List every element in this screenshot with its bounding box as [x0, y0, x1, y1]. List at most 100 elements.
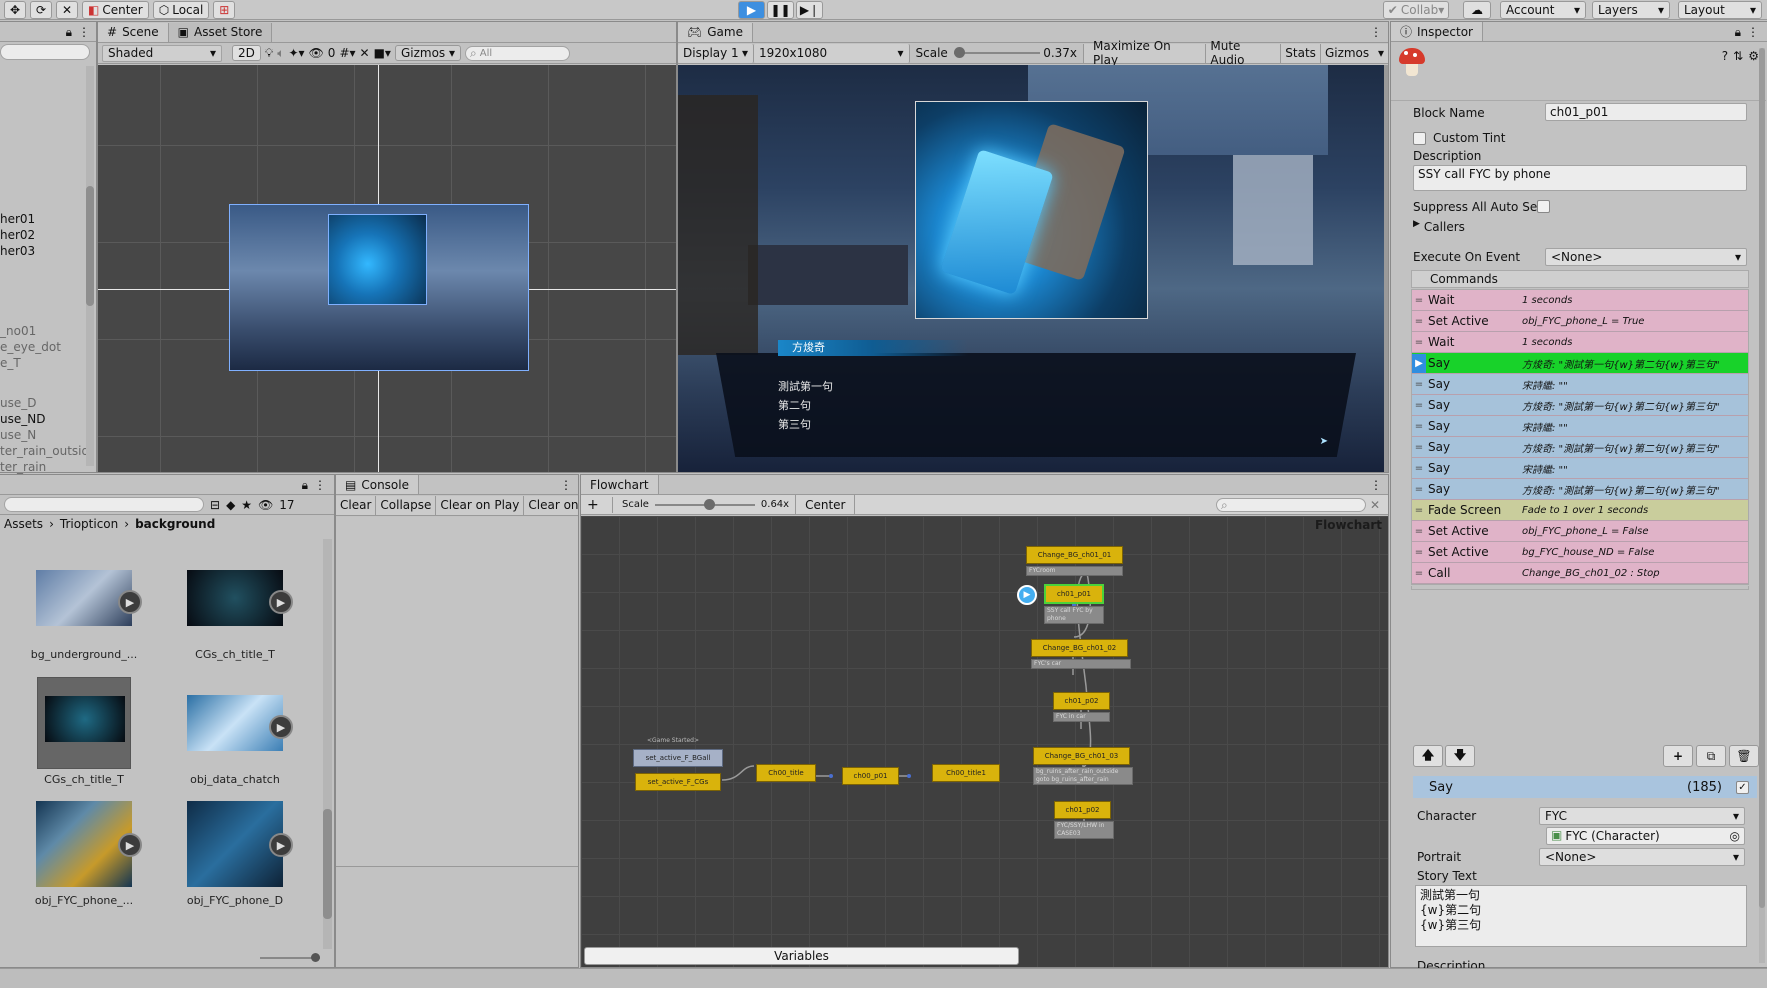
hierarchy-item[interactable]: e_eye_dot — [0, 339, 86, 355]
tab-game[interactable]: 🎮︎ Game — [678, 22, 753, 42]
hierarchy-item[interactable]: _no01 — [0, 323, 86, 339]
console-clear-button[interactable]: Clear — [336, 495, 377, 515]
command-row-selected[interactable]: ▶ Say 方焌奇: "測試第一句{w}第二句{w}第三句" — [1412, 353, 1748, 374]
lock-icon[interactable]: 🔒︎ — [302, 479, 308, 491]
command-row[interactable]: = Say 方焌奇: "測試第一句{w}第二句{w}第三句" — [1412, 437, 1748, 458]
move-down-button[interactable]: 🡇 — [1445, 745, 1475, 767]
command-row[interactable]: = Say 宋詩繼: "" — [1412, 374, 1748, 395]
asset-item[interactable]: ▶ obj_FYC_phone_... — [29, 801, 142, 907]
play-icon[interactable]: ▶ — [269, 590, 293, 614]
snap-button[interactable]: ⊞ — [213, 0, 236, 19]
drag-handle-icon[interactable]: = — [1412, 568, 1426, 579]
command-row[interactable]: = Say 宋詩繼: "" — [1412, 458, 1748, 479]
grid-toggle-icon[interactable]: #▾ — [339, 47, 355, 59]
flow-search-input[interactable]: ⌕ — [1216, 497, 1366, 512]
console-collapse-button[interactable]: Collapse — [376, 495, 437, 515]
game-scale-slider[interactable] — [953, 47, 1040, 59]
hierarchy-item[interactable]: her01 — [0, 211, 86, 227]
command-row[interactable]: = Say 方焌奇: "測試第一句{w}第二句{w}第三句" — [1412, 395, 1748, 416]
flow-node[interactable]: Change_BG_ch01_01 — [1026, 546, 1123, 564]
move-up-button[interactable]: 🡅 — [1413, 745, 1443, 767]
layout-dropdown[interactable]: Layout ▾ — [1678, 0, 1762, 19]
maximize-on-play-toggle[interactable]: Maximize On Play — [1083, 39, 1207, 67]
command-row[interactable]: = Fade Screen Fade to 1 over 1 seconds — [1412, 500, 1748, 521]
favorite-icon[interactable]: ★ — [241, 499, 252, 511]
tab-console[interactable]: ▤ Console — [336, 475, 419, 494]
drag-handle-icon[interactable]: = — [1412, 337, 1426, 348]
gear-icon[interactable]: ⚙ — [1748, 50, 1759, 62]
drag-handle-icon[interactable]: = — [1412, 463, 1426, 474]
say-header[interactable]: Say (185) ✓ — [1413, 776, 1757, 798]
console-log-area[interactable] — [336, 517, 578, 867]
audio-icon[interactable]: 🔈︎ — [277, 47, 284, 59]
console-clear-on-play-button[interactable]: Clear on Play — [436, 495, 525, 515]
drag-handle-icon[interactable]: = — [1412, 505, 1426, 516]
hierarchy-item[interactable]: ter_rain_outsid — [0, 443, 89, 459]
visibility-icon[interactable]: 👁︎ — [309, 47, 324, 59]
dialog-box[interactable]: 測試第一句 第二句 第三句 ➤ — [716, 353, 1356, 457]
scene-viewport[interactable] — [98, 65, 676, 472]
thumbnail-size-slider[interactable] — [260, 953, 320, 962]
label-icon[interactable]: ◆ — [226, 499, 235, 511]
hierarchy-item[interactable]: her03 — [0, 243, 86, 259]
hierarchy-item[interactable]: ter_rain — [0, 459, 86, 475]
breadcrumb-triopticon[interactable]: Triopticon — [60, 517, 118, 531]
game-scrollbar[interactable] — [1384, 65, 1388, 472]
suppress-checkbox[interactable] — [1537, 200, 1550, 213]
asset-item[interactable]: ▶ bg_underground_... — [29, 570, 142, 661]
menu-dots-icon[interactable]: ⋮ — [1747, 26, 1759, 38]
shading-dropdown[interactable]: Shaded ▾ — [102, 44, 222, 62]
portrait-dropdown[interactable]: <None> ▾ — [1539, 848, 1745, 866]
project-scrollbar[interactable] — [323, 539, 332, 949]
effects-icon[interactable]: ✦▾ — [288, 47, 304, 59]
filter-type-icon[interactable]: ⊟ — [210, 499, 220, 511]
hierarchy-item[interactable]: use_N — [0, 427, 86, 443]
object-picker-icon[interactable]: ◎ — [1730, 830, 1740, 842]
asset-item[interactable]: ▶ CGs_ch_title_T — [180, 570, 293, 661]
play-icon[interactable]: ▶ — [118, 833, 142, 857]
drag-handle-icon[interactable]: = — [1412, 547, 1426, 558]
add-block-button[interactable]: + — [587, 497, 603, 513]
cloud-button[interactable]: ☁ — [1463, 0, 1491, 19]
character-dropdown[interactable]: FYC ▾ — [1539, 807, 1745, 825]
command-row[interactable]: = Set Active bg_FYC_house_ND = False — [1412, 542, 1748, 563]
tab-inspector[interactable]: ⓘ Inspector — [1391, 22, 1483, 41]
description-field[interactable]: SSY call FYC by phone — [1413, 165, 1747, 191]
menu-dots-icon[interactable]: ⋮ — [1370, 26, 1382, 38]
flow-node[interactable]: ch00_p01 — [842, 767, 899, 785]
asset-item[interactable]: ▶ obj_data_chatch — [180, 695, 293, 786]
project-search-input[interactable] — [4, 497, 204, 512]
game-gizmos-toggle[interactable]: Gizmos ▾ — [1320, 43, 1388, 63]
execute-on-event-dropdown[interactable]: <None> ▾ — [1545, 248, 1747, 266]
preset-icon[interactable]: ⇅ — [1733, 50, 1743, 62]
menu-dots-icon[interactable]: ⋮ — [1370, 479, 1382, 491]
collab-button[interactable]: ✔ Collab ▾ — [1383, 0, 1449, 19]
pivot-center-button[interactable]: ◧ Center — [82, 0, 149, 19]
drag-handle-icon[interactable]: = — [1412, 379, 1426, 390]
block-name-field[interactable]: ch01_p01 — [1545, 103, 1747, 121]
command-row[interactable]: = Say 宋詩繼: "" — [1412, 416, 1748, 437]
flow-node[interactable]: set_active_F_BGall — [633, 749, 723, 767]
flow-node[interactable]: Ch00_title — [756, 764, 816, 782]
drag-handle-icon[interactable]: = — [1412, 526, 1426, 537]
close-icon[interactable]: ✕ — [1370, 499, 1380, 511]
hidden-packages-icon[interactable]: 👁︎ — [258, 499, 273, 511]
drag-handle-icon[interactable]: = — [1412, 442, 1426, 453]
play-button[interactable]: ▶ — [738, 0, 765, 19]
hierarchy-item[interactable]: her02 — [0, 227, 86, 243]
hierarchy-scrollbar[interactable] — [86, 66, 94, 466]
inspector-scrollbar[interactable] — [1759, 48, 1765, 963]
say-enabled-checkbox[interactable]: ✓ — [1736, 780, 1749, 794]
drag-handle-icon[interactable]: = — [1412, 400, 1426, 411]
custom-tint-checkbox[interactable] — [1413, 132, 1426, 145]
asset-item[interactable]: CGs_ch_title_T — [29, 677, 139, 786]
pivot-local-button[interactable]: ⬡ Local — [152, 0, 210, 19]
duplicate-command-button[interactable]: ⧉ — [1696, 745, 1726, 767]
command-row[interactable]: = Set Active obj_FYC_phone_L = True — [1412, 311, 1748, 332]
tab-scene[interactable]: # Scene — [98, 22, 169, 42]
tab-asset-store[interactable]: ▣ Asset Store — [168, 22, 273, 42]
move-tool-button[interactable]: ✥ — [4, 0, 26, 19]
variables-button[interactable]: Variables — [584, 947, 1019, 965]
story-text-area[interactable]: 測試第一句 {w}第二句 {w}第三句 — [1415, 885, 1747, 947]
hierarchy-item[interactable]: use_ND — [0, 411, 86, 427]
